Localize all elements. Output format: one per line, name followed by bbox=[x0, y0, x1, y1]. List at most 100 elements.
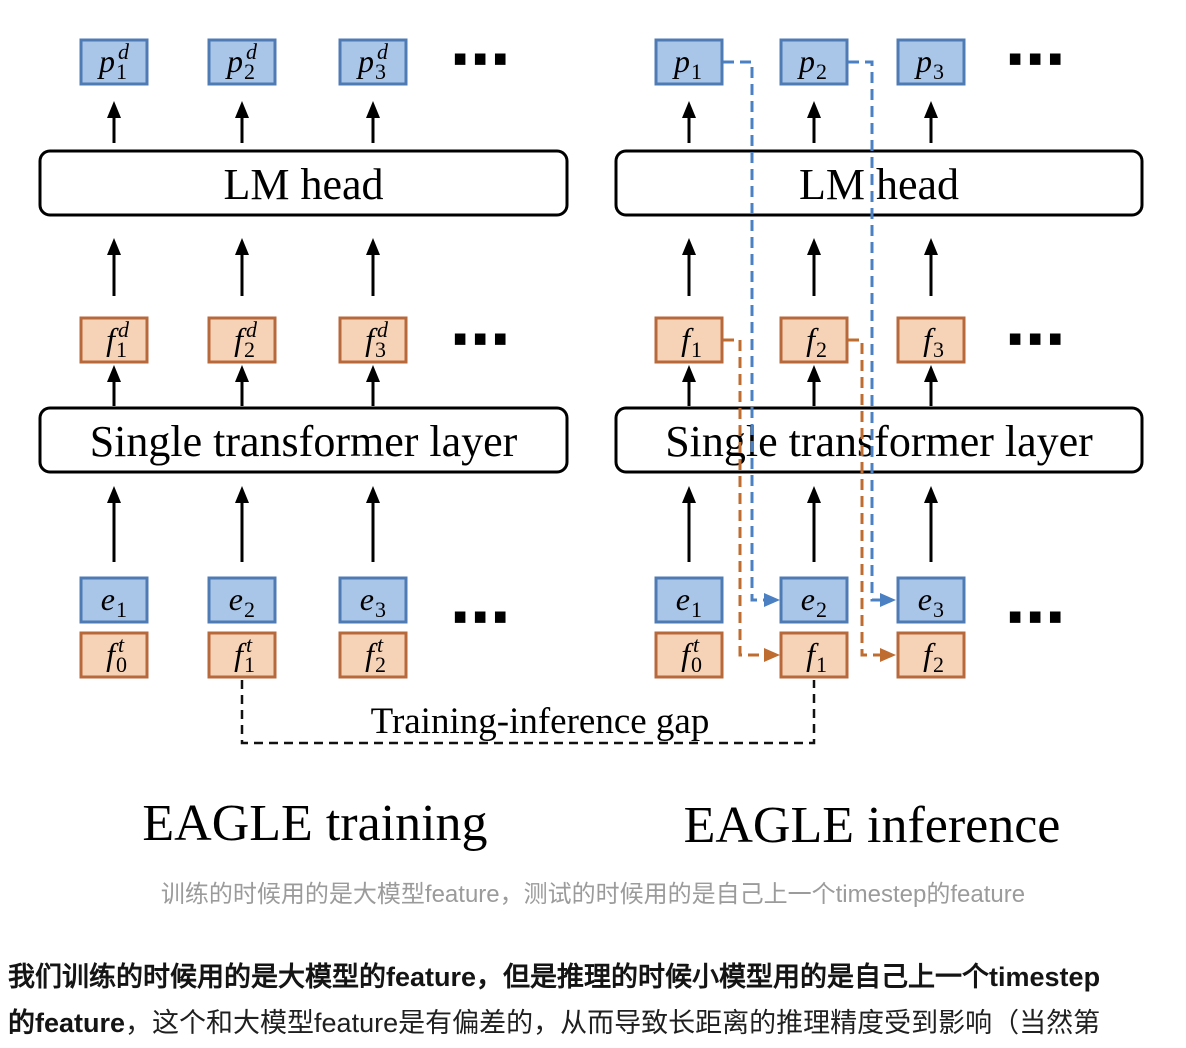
transformer-layer-label: Single transformer layer bbox=[665, 417, 1093, 466]
flow-arrow bbox=[682, 365, 696, 406]
arrow-head bbox=[107, 486, 121, 503]
symbol-letter: p bbox=[356, 43, 374, 79]
token-feedback-arrow bbox=[723, 60, 780, 607]
symbol-letter: e bbox=[101, 581, 115, 617]
flow-arrow bbox=[807, 365, 821, 406]
token-feedback-arrow bbox=[848, 60, 896, 607]
symbol-letter: e bbox=[676, 581, 690, 617]
draft-feature-node: f2 bbox=[779, 316, 849, 364]
eagle-training-vs-inference-diagram: LM head Single transformer layer p d1 p d2 p d3… bbox=[38, 25, 1144, 854]
arrow-head bbox=[682, 101, 696, 118]
arrow-head bbox=[107, 238, 121, 255]
input-feature-node: f t0 bbox=[79, 631, 149, 679]
panel-title: EAGLE inference bbox=[684, 797, 1061, 854]
arrow-head bbox=[682, 365, 696, 382]
output-token-node: p d1 bbox=[79, 38, 149, 86]
input-feature-node: f2 bbox=[896, 631, 966, 679]
flow-arrow bbox=[924, 238, 938, 296]
paragraph-bold-text: 的feature bbox=[8, 1008, 126, 1038]
flow-arrow bbox=[366, 486, 380, 562]
flow-arrow bbox=[366, 365, 380, 406]
token-embedding-node: e3 bbox=[338, 576, 408, 624]
symbol-letter: p bbox=[914, 43, 932, 79]
paragraph-bold-text: 我们训练的时候用的是大模型的feature，但是推理的时候小模型用的是自己上一个… bbox=[8, 962, 1101, 992]
draft-feature-node: f d1 bbox=[79, 316, 149, 364]
output-token-label: p d2 bbox=[225, 39, 258, 84]
output-token-node: p3 bbox=[896, 38, 966, 86]
subscript: 2 bbox=[244, 597, 255, 622]
arrow-head bbox=[924, 101, 938, 118]
arrow-head bbox=[880, 593, 896, 607]
subscript: 1 bbox=[691, 337, 702, 362]
arrow-head bbox=[235, 101, 249, 118]
flow-arrow bbox=[682, 486, 696, 562]
body-paragraph: 我们训练的时候用的是大模型的feature，但是推理的时候小模型用的是自己上一个… bbox=[8, 954, 1178, 1046]
draft-feature-label: f d1 bbox=[106, 317, 130, 362]
paragraph-line: 的feature，这个和大模型feature是有偏差的，从而导致长距离的推理精度… bbox=[8, 1000, 1178, 1046]
subscript: 3 bbox=[933, 597, 944, 622]
subscript: 3 bbox=[933, 59, 944, 84]
subscript: 1 bbox=[244, 652, 255, 677]
token-embedding-node: e1 bbox=[79, 576, 149, 624]
arrow-head bbox=[807, 238, 821, 255]
flow-arrow bbox=[924, 486, 938, 562]
subscript: 2 bbox=[816, 597, 827, 622]
arrow-head bbox=[366, 238, 380, 255]
output-token-label: p d3 bbox=[356, 39, 389, 84]
flow-arrow bbox=[107, 365, 121, 406]
arrow-head bbox=[764, 648, 780, 662]
subscript: 1 bbox=[116, 337, 127, 362]
ellipsis: ⋯ bbox=[450, 583, 510, 653]
arrow-head bbox=[880, 648, 896, 662]
dashed-path bbox=[723, 60, 765, 602]
output-token-node: p d2 bbox=[207, 38, 277, 86]
subscript: 1 bbox=[691, 597, 702, 622]
flow-arrow bbox=[235, 101, 249, 143]
arrow-head bbox=[366, 486, 380, 503]
draft-feature-node: f d2 bbox=[207, 316, 277, 364]
subscript: 0 bbox=[116, 652, 127, 677]
ellipsis: ⋯ bbox=[1005, 583, 1065, 653]
flow-arrow bbox=[107, 486, 121, 562]
subscript: 1 bbox=[691, 59, 702, 84]
ellipsis: ⋯ bbox=[1005, 305, 1065, 375]
input-feature-node: f1 bbox=[779, 631, 849, 679]
output-token-label: p d1 bbox=[97, 39, 130, 84]
dashed-path bbox=[848, 60, 881, 602]
token-embedding-node: e2 bbox=[207, 576, 277, 624]
figure-caption: 训练的时候用的是大模型feature，测试的时候用的是自己上一个timestep… bbox=[160, 881, 1026, 908]
flow-arrow bbox=[807, 486, 821, 562]
input-feature-node: f t1 bbox=[207, 631, 277, 679]
arrow-head bbox=[807, 101, 821, 118]
flow-arrow bbox=[682, 101, 696, 143]
gap-label: Training-inference gap bbox=[371, 701, 710, 742]
subscript: 2 bbox=[244, 59, 255, 84]
flow-arrow bbox=[366, 101, 380, 143]
symbol-letter: e bbox=[801, 581, 815, 617]
ellipsis: ⋯ bbox=[450, 305, 510, 375]
panel-title: EAGLE training bbox=[142, 795, 487, 852]
symbol-letter: p bbox=[225, 43, 243, 79]
training-inference-gap: Training-inference gap bbox=[240, 680, 816, 745]
arrow-head bbox=[682, 486, 696, 503]
arrow-head bbox=[366, 101, 380, 118]
output-token-node: p1 bbox=[654, 38, 724, 86]
arrow-head bbox=[807, 486, 821, 503]
arrow-head bbox=[107, 365, 121, 382]
subscript: 0 bbox=[691, 652, 702, 677]
flow-arrow bbox=[682, 238, 696, 296]
draft-feature-node: f d3 bbox=[338, 316, 408, 364]
dashed-path bbox=[723, 338, 765, 657]
arrow-head bbox=[235, 365, 249, 382]
transformer-layer-label: Single transformer layer bbox=[90, 417, 518, 466]
draft-feature-label: f d2 bbox=[234, 317, 258, 362]
input-feature-node: f t0 bbox=[654, 631, 724, 679]
arrow-head bbox=[924, 238, 938, 255]
paragraph-text: ，这个和大模型feature是有偏差的，从而导致长距离的推理精度受到影响（当然第 bbox=[125, 1008, 1101, 1038]
subscript: 2 bbox=[816, 59, 827, 84]
flow-arrow bbox=[924, 365, 938, 406]
symbol-letter: e bbox=[360, 581, 374, 617]
dashed-path bbox=[848, 338, 881, 657]
symbol-letter: e bbox=[229, 581, 243, 617]
draft-feature-node: f3 bbox=[896, 316, 966, 364]
